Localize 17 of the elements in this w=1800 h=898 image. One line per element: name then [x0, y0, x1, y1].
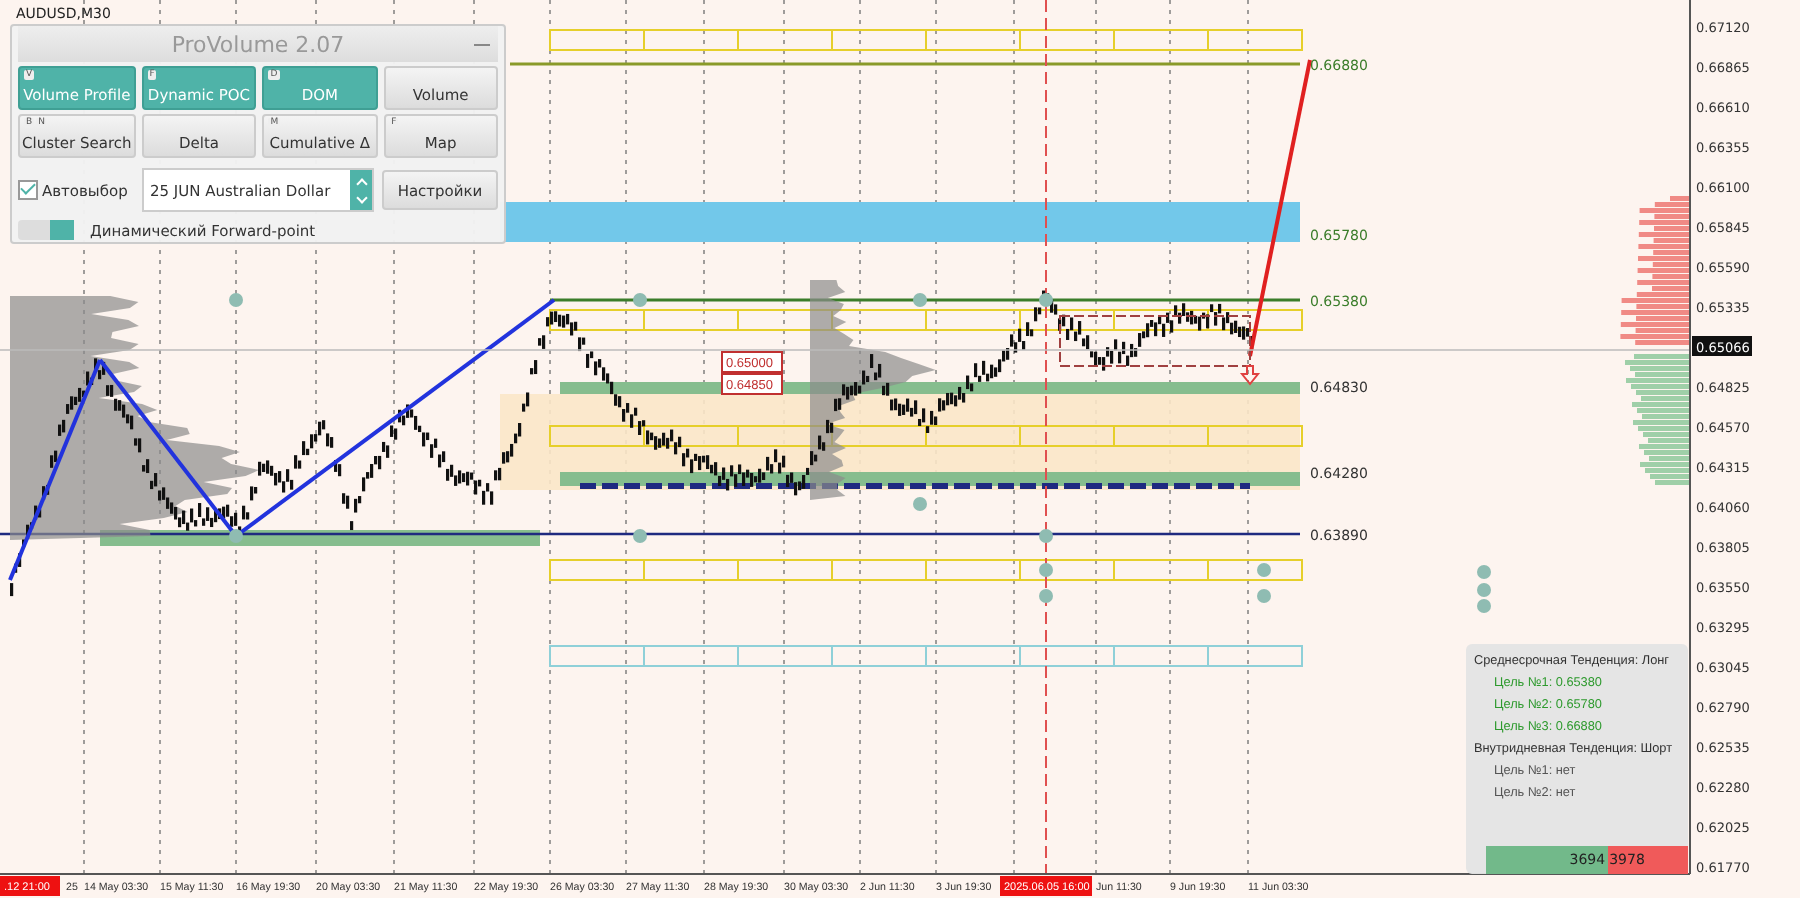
spinner-icon[interactable] — [350, 170, 372, 210]
panel-title: ProVolume 2.07 — [171, 31, 345, 57]
marker-dot — [633, 529, 647, 543]
marker-dot — [633, 293, 647, 307]
marker-dot — [1039, 293, 1053, 307]
marker-dot — [1477, 565, 1491, 579]
marker-dot — [1039, 529, 1053, 543]
marker-dot — [1257, 563, 1271, 577]
checkbox-icon[interactable] — [18, 180, 38, 200]
toggle-switch[interactable] — [18, 220, 74, 240]
marker-dot — [1257, 589, 1271, 603]
marker-dot — [229, 529, 243, 543]
marker-dot — [913, 497, 927, 511]
marker-dot — [1039, 589, 1053, 603]
marker-dot — [913, 293, 927, 307]
marker-dot — [229, 293, 243, 307]
marker-dot — [1039, 563, 1053, 577]
